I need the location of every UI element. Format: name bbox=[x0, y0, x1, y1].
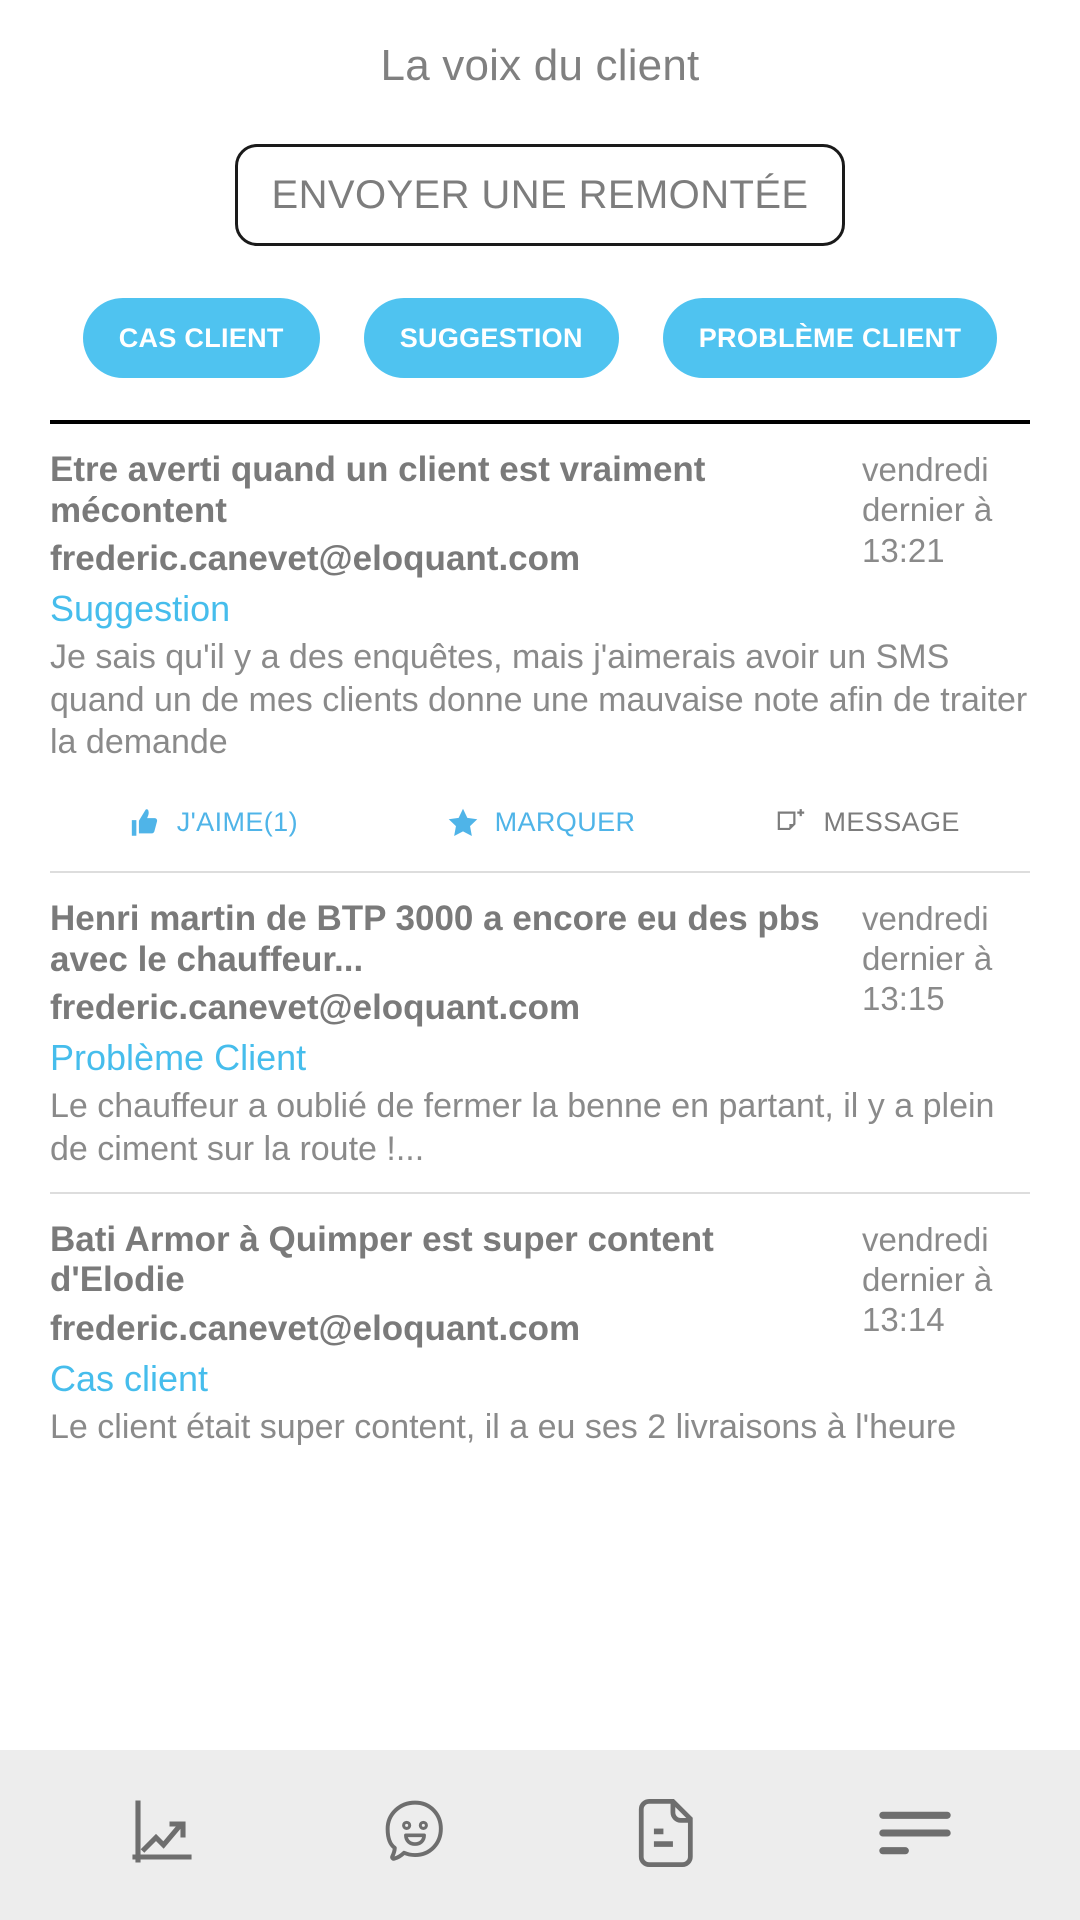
card-header: Henri martin de BTP 3000 a encore eu des… bbox=[50, 899, 1030, 1030]
card-body: Le client était super content, il a eu s… bbox=[50, 1408, 957, 1447]
card-header-text: Bati Armor à Quimper est super content d… bbox=[50, 1220, 844, 1351]
card-header-text: Etre averti quand un client est vraiment… bbox=[50, 450, 844, 581]
card-title: Henri martin de BTP 3000 a encore eu des… bbox=[50, 898, 820, 979]
thumbs-up-icon bbox=[129, 806, 163, 840]
bookmark-action-label: MARQUER bbox=[494, 807, 636, 838]
page-title: La voix du client bbox=[380, 41, 700, 90]
send-feedback-button[interactable]: ENVOYER UNE REMONTÉE bbox=[234, 144, 846, 246]
card-header: Bati Armor à Quimper est super content d… bbox=[50, 1220, 1030, 1351]
card-title: Bati Armor à Quimper est super content d… bbox=[50, 1219, 714, 1300]
filter-cas-client[interactable]: CAS CLIENT bbox=[82, 298, 320, 378]
card-title: Etre averti quand un client est vraiment… bbox=[50, 450, 706, 530]
document-icon bbox=[628, 1795, 702, 1876]
nav-documents[interactable] bbox=[590, 1780, 740, 1890]
cta-container: ENVOYER UNE REMONTÉE bbox=[0, 132, 1080, 246]
feedback-feed: Etre averti quand un client est vraiment… bbox=[0, 424, 1080, 1750]
nav-feedback[interactable] bbox=[340, 1780, 490, 1890]
list-item[interactable]: Bati Armor à Quimper est super content d… bbox=[50, 1194, 1030, 1449]
card-timestamp: vendredi dernier à 13:14 bbox=[862, 1220, 993, 1339]
nav-statistics[interactable] bbox=[90, 1780, 240, 1890]
filter-pill-row: CAS CLIENT SUGGESTION PROBLÈME CLIENT bbox=[0, 246, 1080, 378]
card-timestamp: vendredi dernier à 13:15 bbox=[862, 899, 993, 1018]
card-body: Je sais qu'il y a des enquêtes, mais j'a… bbox=[50, 638, 1028, 761]
chart-trending-up-icon bbox=[126, 1797, 204, 1874]
star-icon bbox=[445, 805, 481, 841]
card-timestamp: vendredi dernier à 13:21 bbox=[862, 451, 993, 569]
menu-icon bbox=[878, 1805, 952, 1866]
send-feedback-label: ENVOYER UNE REMONTÉE bbox=[271, 172, 809, 217]
bottom-navigation-bar bbox=[0, 1750, 1080, 1920]
card-author-email: frederic.canevet@eloquant.com bbox=[50, 1308, 581, 1348]
list-item[interactable]: Henri martin de BTP 3000 a encore eu des… bbox=[50, 873, 1030, 1170]
filter-probleme-client-label: PROBLÈME CLIENT bbox=[698, 322, 962, 353]
list-item[interactable]: Etre averti quand un client est vraiment… bbox=[50, 424, 1030, 849]
filter-suggestion[interactable]: SUGGESTION bbox=[363, 298, 619, 378]
card-category[interactable]: Suggestion bbox=[50, 587, 1030, 630]
new-message-icon bbox=[774, 805, 810, 841]
message-action-label: MESSAGE bbox=[823, 807, 960, 838]
card-category[interactable]: Cas client bbox=[50, 1357, 1030, 1400]
card-author-email: frederic.canevet@eloquant.com bbox=[50, 539, 581, 579]
card-category[interactable]: Problème Client bbox=[50, 1036, 1030, 1079]
filter-cas-client-label: CAS CLIENT bbox=[118, 322, 284, 353]
card-header-text: Henri martin de BTP 3000 a encore eu des… bbox=[50, 899, 844, 1030]
nav-menu[interactable] bbox=[840, 1780, 990, 1890]
card-author-email: frederic.canevet@eloquant.com bbox=[50, 988, 581, 1028]
filter-probleme-client[interactable]: PROBLÈME CLIENT bbox=[662, 298, 998, 378]
smiley-speech-bubble-icon bbox=[376, 1795, 454, 1876]
message-action[interactable]: MESSAGE bbox=[703, 805, 1030, 841]
card-action-row: J'AIME(1) MARQUER MESSAGE bbox=[50, 805, 1030, 849]
app-root: La voix du client ENVOYER UNE REMONTÉE C… bbox=[0, 0, 1080, 1920]
filter-suggestion-label: SUGGESTION bbox=[399, 322, 583, 353]
card-header: Etre averti quand un client est vraiment… bbox=[50, 450, 1030, 581]
card-body: Le chauffeur a oublié de fermer la benne… bbox=[50, 1087, 995, 1168]
like-action-label: J'AIME(1) bbox=[176, 807, 298, 838]
like-action[interactable]: J'AIME(1) bbox=[50, 806, 377, 840]
app-header: La voix du client bbox=[0, 0, 1080, 132]
bookmark-action[interactable]: MARQUER bbox=[377, 805, 704, 841]
